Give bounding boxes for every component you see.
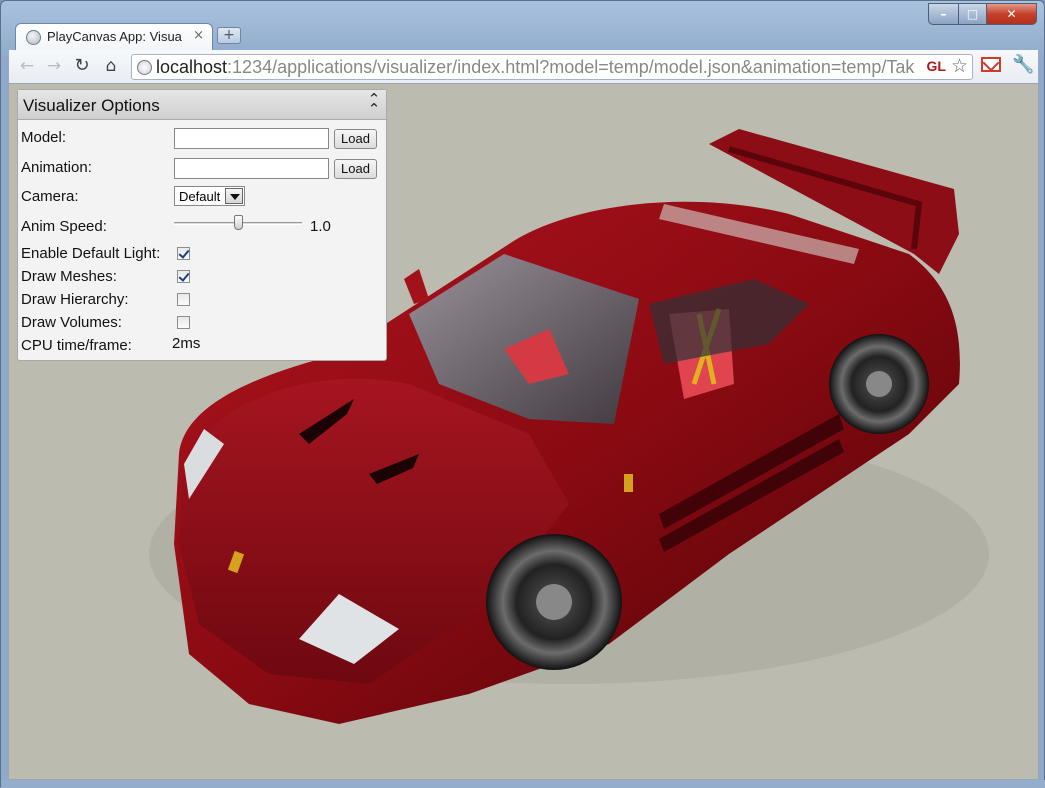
anim-speed-slider[interactable] <box>174 215 304 235</box>
tab-title: PlayCanvas App: Visua <box>47 29 182 44</box>
animation-input[interactable] <box>174 158 329 179</box>
animation-label: Animation: <box>21 159 92 176</box>
close-window-button[interactable]: ✕ <box>987 3 1037 25</box>
reload-icon[interactable]: ↻ <box>70 54 94 78</box>
visualizer-options-panel: Visualizer Options ⌃ ⌃ Model: Load Animat… <box>17 89 387 361</box>
enable-light-label: Enable Default Light: <box>21 245 161 262</box>
gmail-icon[interactable] <box>981 57 1001 72</box>
draw-volumes-checkbox[interactable] <box>177 316 190 329</box>
camera-select-value: Default <box>179 189 221 204</box>
browser-toolbar: ← → ↻ ⌂ localhost:1234/applications/visu… <box>8 50 1039 83</box>
maximize-button[interactable]: □ <box>959 3 987 25</box>
collapse-chevron-icon[interactable]: ⌃ ⌃ <box>367 92 381 117</box>
page-info-icon[interactable] <box>137 60 152 75</box>
draw-meshes-label: Draw Meshes: <box>21 268 117 285</box>
load-animation-button[interactable]: Load <box>334 159 377 179</box>
draw-hierarchy-checkbox[interactable] <box>177 293 190 306</box>
url-host: localhost <box>156 57 228 77</box>
anim-speed-value: 1.0 <box>310 218 331 235</box>
wrench-icon[interactable]: 🔧 <box>1012 54 1034 75</box>
side-mirror <box>404 269 429 304</box>
dropdown-arrow-icon[interactable] <box>225 188 243 204</box>
front-wheel-hub <box>536 584 572 620</box>
webgl-canvas[interactable]: Visualizer Options ⌃ ⌃ Model: Load Animat… <box>8 83 1039 780</box>
enable-light-checkbox[interactable] <box>177 247 190 260</box>
draw-hierarchy-label: Draw Hierarchy: <box>21 291 129 308</box>
panel-header[interactable]: Visualizer Options ⌃ ⌃ <box>18 90 386 120</box>
rear-wheel-hub <box>866 371 892 397</box>
home-icon[interactable]: ⌂ <box>99 54 123 78</box>
model-input[interactable] <box>174 128 329 149</box>
camera-select[interactable]: Default <box>174 186 245 206</box>
forward-arrow-icon[interactable]: → <box>42 54 66 78</box>
bookmark-star-icon[interactable]: ☆ <box>951 55 968 77</box>
address-bar[interactable]: localhost:1234/applications/visualizer/i… <box>131 54 973 80</box>
anim-speed-label: Anim Speed: <box>21 218 107 235</box>
url-path: :1234/applications/visualizer/index.html… <box>227 57 915 77</box>
window-controls: – □ ✕ <box>928 3 1037 25</box>
cpu-time-label: CPU time/frame: <box>21 337 132 354</box>
draw-meshes-checkbox[interactable] <box>177 270 190 283</box>
browser-window: – □ ✕ PlayCanvas App: Visua × + ← → ↻ ⌂ … <box>0 0 1045 788</box>
url-text: localhost:1234/applications/visualizer/i… <box>156 57 914 78</box>
model-label: Model: <box>21 129 67 146</box>
minimize-button[interactable]: – <box>928 3 959 25</box>
panel-title: Visualizer Options <box>23 96 160 115</box>
cpu-time-value: 2ms <box>172 335 201 352</box>
draw-volumes-label: Draw Volumes: <box>21 314 122 331</box>
back-arrow-icon[interactable]: ← <box>15 54 39 78</box>
camera-label: Camera: <box>21 188 79 205</box>
webgl-badge-icon[interactable]: GL <box>927 58 946 74</box>
globe-icon <box>26 30 41 45</box>
load-model-button[interactable]: Load <box>334 129 377 149</box>
tab-close-icon[interactable]: × <box>193 28 204 43</box>
side-badge <box>624 474 633 492</box>
new-tab-button[interactable]: + <box>217 27 241 44</box>
slider-thumb[interactable] <box>234 215 243 230</box>
browser-tab[interactable]: PlayCanvas App: Visua × <box>15 23 213 50</box>
